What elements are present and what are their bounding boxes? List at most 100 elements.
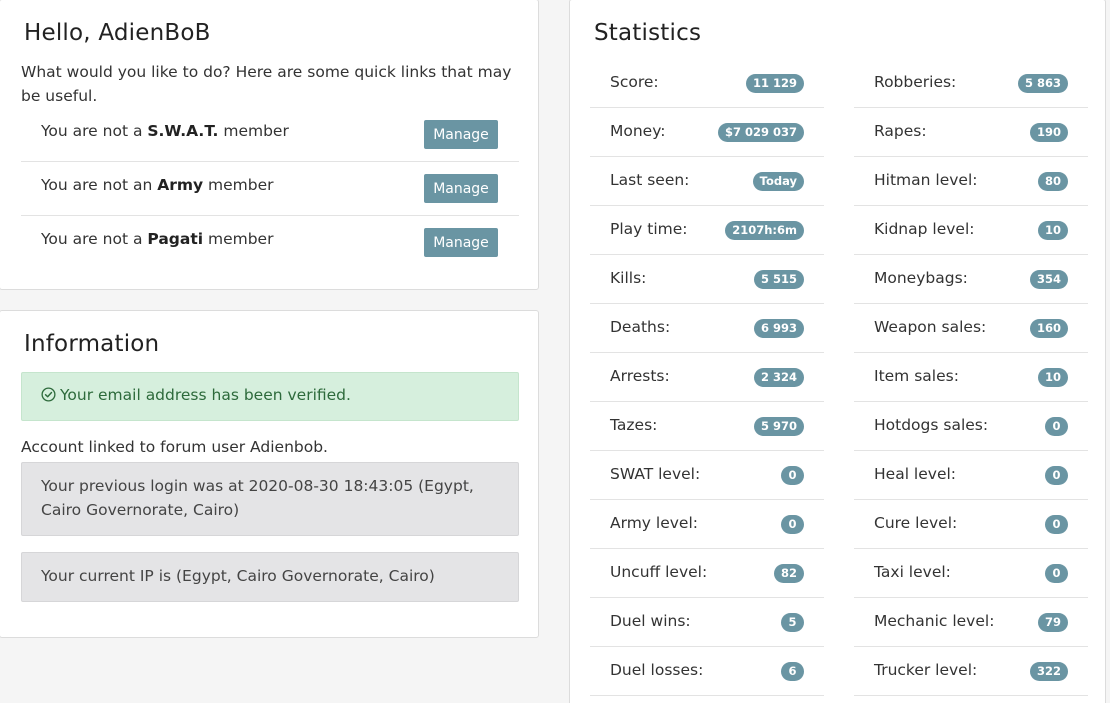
stat-label: Deaths: [610, 318, 671, 336]
stat-value-badge: 5 515 [753, 270, 804, 289]
stat-label: Hitman level: [874, 171, 978, 189]
current-ip-box: Your current IP is (Egypt, Cairo Governo… [21, 552, 519, 602]
stat-row: Army level: 0 [590, 500, 824, 549]
membership-text: You are not a Pagati member [41, 230, 274, 248]
stat-row: Score: 11 129 [590, 59, 824, 108]
linked-account-text: Account linked to forum user Adienbob. [21, 438, 328, 456]
stat-row: Kidnap level: 10 [854, 206, 1088, 255]
previous-login-box: Your previous login was at 2020-08-30 18… [21, 462, 519, 536]
stat-label: Arrests: [610, 367, 670, 385]
manage-swat-button[interactable]: Manage [424, 120, 498, 149]
stat-row: Hitman level: 80 [854, 157, 1088, 206]
stat-value-badge: $7 029 037 [717, 123, 804, 142]
stat-value-badge: 5 863 [1017, 74, 1068, 93]
statistics-title: Statistics [594, 20, 702, 46]
stat-label: SWAT level: [610, 465, 701, 483]
stat-row: Duel wins: 5 [590, 598, 824, 647]
stat-row: Uncuff level: 82 [590, 549, 824, 598]
membership-list: You are not a S.W.A.T. member Manage You… [21, 108, 519, 270]
stat-row: Cure level: 0 [854, 500, 1088, 549]
stats-column-left: Score: 11 129 Money: $7 029 037 Last seen: To… [590, 59, 824, 696]
membership-row-swat: You are not a S.W.A.T. member Manage [21, 108, 519, 162]
stat-label: Weapon sales: [874, 318, 987, 336]
stat-row: Play time: 2107h:6m [590, 206, 824, 255]
stat-value-badge: 80 [1037, 172, 1068, 191]
stat-value-badge: 0 [1045, 564, 1068, 583]
stat-row: Kills: 5 515 [590, 255, 824, 304]
stat-label: Duel wins: [610, 612, 691, 630]
check-circle-icon [41, 387, 56, 402]
stat-label: Taxi level: [874, 563, 951, 581]
manage-army-button[interactable]: Manage [424, 174, 498, 203]
stat-row: Heal level: 0 [854, 451, 1088, 500]
stat-value-badge: 0 [781, 515, 804, 534]
hello-title: Hello, AdienBoB [24, 20, 211, 46]
stat-label: Play time: [610, 220, 688, 238]
membership-group: S.W.A.T. [147, 122, 219, 140]
stat-label: Tazes: [610, 416, 658, 434]
stat-value-badge: 79 [1037, 613, 1068, 632]
stat-label: Moneybags: [874, 269, 968, 287]
stat-label: Mechanic level: [874, 612, 995, 630]
stat-value-badge: 10 [1037, 368, 1068, 387]
hello-card: Hello, AdienBoB What would you like to d… [0, 0, 539, 290]
stat-row: Taxi level: 0 [854, 549, 1088, 598]
stat-row: Hotdogs sales: 0 [854, 402, 1088, 451]
stat-row: Deaths: 6 993 [590, 304, 824, 353]
stat-value-badge: 0 [1045, 515, 1068, 534]
stat-label: Heal level: [874, 465, 957, 483]
stat-row: Tazes: 5 970 [590, 402, 824, 451]
manage-pagati-button[interactable]: Manage [424, 228, 498, 257]
stat-value-badge: 0 [781, 466, 804, 485]
stat-label: Rapes: [874, 122, 927, 140]
stat-row: Duel losses: 6 [590, 647, 824, 696]
stat-value-badge: 6 993 [753, 319, 804, 338]
membership-group: Army [157, 176, 204, 194]
stat-label: Kills: [610, 269, 647, 287]
stat-value-badge: 6 [781, 662, 804, 681]
email-verified-text: Your email address has been verified. [60, 386, 351, 404]
stats-column-right: Robberies: 5 863 Rapes: 190 Hitman level: 80 K… [854, 59, 1088, 696]
stat-value-badge: 322 [1029, 662, 1068, 681]
stat-row: Item sales: 10 [854, 353, 1088, 402]
stat-row: Rapes: 190 [854, 108, 1088, 157]
stat-label: Army level: [610, 514, 698, 532]
stat-label: Kidnap level: [874, 220, 975, 238]
stat-label: Money: [610, 122, 666, 140]
stat-row: Trucker level: 322 [854, 647, 1088, 696]
stat-label: Robberies: [874, 73, 957, 91]
stat-value-badge: 11 129 [745, 74, 804, 93]
email-verified-alert: Your email address has been verified. [21, 372, 519, 421]
stat-label: Score: [610, 73, 659, 91]
stat-value-badge: 190 [1029, 123, 1068, 142]
stat-value-badge: 2 324 [753, 368, 804, 387]
stat-value-badge: Today [752, 172, 804, 191]
stat-label: Uncuff level: [610, 563, 708, 581]
statistics-card: Statistics Score: 11 129 Money: $7 029 037 L… [569, 0, 1106, 703]
information-card: Information Your email address has been … [0, 310, 539, 638]
stat-value-badge: 5 970 [753, 417, 804, 436]
stat-row: Money: $7 029 037 [590, 108, 824, 157]
membership-text: You are not a S.W.A.T. member [41, 122, 289, 140]
stat-label: Trucker level: [874, 661, 978, 679]
stat-value-badge: 0 [1045, 417, 1068, 436]
membership-row-army: You are not an Army member Manage [21, 162, 519, 216]
membership-group: Pagati [147, 230, 204, 248]
stat-label: Item sales: [874, 367, 959, 385]
stat-value-badge: 354 [1029, 270, 1068, 289]
stat-row: Mechanic level: 79 [854, 598, 1088, 647]
stat-row: Arrests: 2 324 [590, 353, 824, 402]
hello-intro: What would you like to do? Here are some… [21, 63, 512, 105]
membership-row-pagati: You are not a Pagati member Manage [21, 216, 519, 270]
stat-value-badge: 0 [1045, 466, 1068, 485]
stat-label: Hotdogs sales: [874, 416, 989, 434]
information-title: Information [24, 331, 160, 357]
stat-value-badge: 5 [781, 613, 804, 632]
stat-value-badge: 160 [1029, 319, 1068, 338]
stat-value-badge: 10 [1037, 221, 1068, 240]
stat-value-badge: 2107h:6m [725, 221, 804, 240]
stat-label: Last seen: [610, 171, 690, 189]
stat-row: Weapon sales: 160 [854, 304, 1088, 353]
stat-row: Robberies: 5 863 [854, 59, 1088, 108]
stat-label: Cure level: [874, 514, 958, 532]
